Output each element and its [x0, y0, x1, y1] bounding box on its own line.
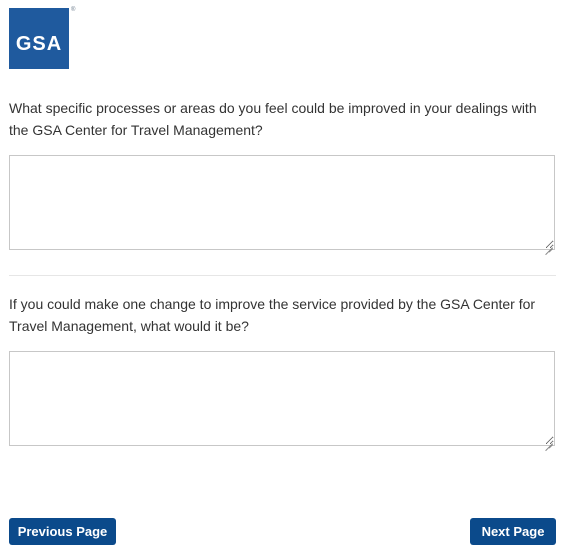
question-1-answer-field[interactable] — [9, 155, 555, 250]
resize-handle-icon[interactable] — [545, 436, 553, 444]
section-divider — [9, 275, 556, 276]
registered-mark: ® — [71, 7, 76, 13]
question-2-answer-field[interactable] — [9, 351, 555, 446]
resize-handle-icon[interactable] — [545, 240, 553, 248]
next-page-button[interactable]: Next Page — [470, 518, 556, 545]
previous-page-button[interactable]: Previous Page — [9, 518, 116, 545]
logo-text: GSA — [15, 33, 63, 55]
question-1-label: What specific processes or areas do you … — [9, 100, 537, 138]
question-2-label: If you could make one change to improve … — [9, 296, 536, 334]
gsa-logo: GSA — [9, 8, 69, 69]
